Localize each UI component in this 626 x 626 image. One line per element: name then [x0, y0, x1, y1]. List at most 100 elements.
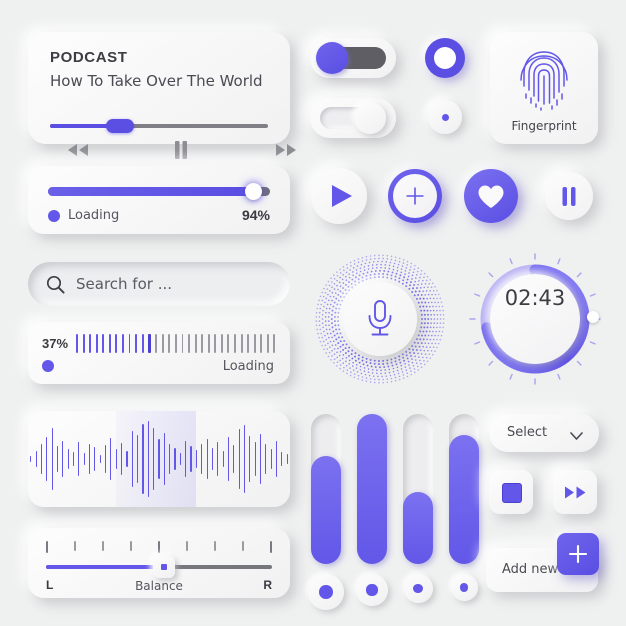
slider-4[interactable]: [449, 414, 479, 564]
balance-slider-card: L Balance R: [28, 528, 290, 598]
waveform-bar: [286, 454, 288, 464]
balance-handle[interactable]: [152, 556, 175, 578]
tick-mark: [148, 333, 151, 353]
fingerprint-label: Fingerprint: [511, 119, 577, 133]
play-icon: [331, 184, 353, 213]
waveform-bar: [51, 428, 53, 490]
slider-1[interactable]: [311, 414, 341, 564]
tick-mark: [266, 333, 269, 353]
slider-3[interactable]: [403, 414, 433, 564]
podcast-progress-track[interactable]: [50, 124, 268, 128]
plus-icon: [405, 186, 425, 211]
tick-mark: [253, 333, 256, 353]
play-button[interactable]: [311, 168, 367, 224]
search-input[interactable]: Search for ...: [28, 262, 290, 306]
tick-mark: [115, 333, 118, 353]
waveform-bar: [275, 441, 278, 477]
slider-fill: [311, 456, 341, 564]
tick-loader-bars[interactable]: [76, 332, 280, 354]
stop-button[interactable]: [489, 470, 533, 514]
pause-button[interactable]: [545, 172, 593, 220]
tick-loader-card: 37% Loading: [28, 322, 290, 384]
waveform-bar: [121, 443, 123, 475]
radio-button-unselected[interactable]: [428, 100, 462, 134]
balance-tick: [46, 541, 48, 553]
slider-indicator-dot[interactable]: [450, 574, 478, 601]
timer-handle[interactable]: [587, 311, 599, 323]
like-button[interactable]: [464, 169, 518, 223]
forward-button[interactable]: [553, 470, 597, 514]
waveform-bar: [169, 444, 171, 474]
select-dropdown[interactable]: Select: [489, 414, 599, 452]
toggle-switch-on[interactable]: [310, 38, 396, 78]
balance-center-label: Balance: [135, 579, 183, 593]
podcast-kicker: PODCAST: [50, 49, 128, 66]
slider-indicator-dot[interactable]: [403, 574, 433, 603]
waveform-bar: [83, 453, 85, 465]
tick-mark: [227, 333, 230, 353]
waveform-bar: [40, 444, 43, 474]
waveform-bars: [28, 411, 290, 507]
add-new-fab[interactable]: [557, 533, 599, 575]
waveform-bar: [88, 444, 91, 474]
add-new-label: Add new: [502, 562, 559, 577]
loading-label: Loading: [68, 208, 120, 223]
balance-tick: [214, 541, 216, 551]
tick-mark: [273, 333, 276, 353]
tick-mark: [128, 333, 131, 353]
slider-fill: [403, 492, 433, 564]
waveform-bar: [265, 444, 267, 474]
waveform-bar: [142, 424, 144, 494]
loading-handle[interactable]: [244, 183, 262, 200]
slider-indicator-dot[interactable]: [308, 574, 344, 610]
waveform-bar: [35, 451, 37, 467]
slider-2[interactable]: [357, 414, 387, 564]
toggle-thumb: [316, 42, 348, 74]
waveform-bar: [99, 455, 101, 463]
waveform-bar: [163, 433, 165, 485]
fast-forward-icon[interactable]: [274, 143, 298, 162]
waveform-card[interactable]: [28, 411, 290, 507]
waveform-bar: [206, 439, 208, 479]
podcast-player-card: PODCAST How To Take Over The World: [28, 32, 296, 159]
waveform-bar: [94, 447, 96, 471]
tick-mark: [247, 333, 250, 353]
slider-indicator-dot[interactable]: [356, 574, 388, 606]
waveform-bar: [46, 437, 48, 481]
podcast-progress-handle[interactable]: [105, 119, 134, 133]
waveform-bar: [222, 451, 224, 467]
balance-right-label: R: [263, 578, 272, 592]
tick-mark: [121, 333, 124, 353]
tick-mark: [188, 333, 191, 353]
rewind-icon[interactable]: [66, 143, 90, 162]
tick-mark: [155, 333, 158, 353]
podcast-title: How To Take Over The World: [50, 72, 263, 90]
pause-icon[interactable]: [174, 141, 188, 164]
loading-track[interactable]: [48, 187, 270, 196]
waveform-bar: [110, 438, 112, 480]
waveform-bar: [233, 445, 235, 473]
microphone-button[interactable]: [313, 252, 447, 386]
add-button[interactable]: [388, 169, 442, 223]
search-icon: [46, 275, 65, 299]
waveform-bar: [30, 456, 32, 462]
fingerprint-icon: [517, 46, 571, 119]
tick-mark: [161, 333, 164, 353]
pause-icon: [562, 187, 576, 211]
toggle-switch-off[interactable]: [310, 98, 396, 138]
tick-mark: [181, 333, 184, 353]
radio-button-selected[interactable]: [425, 38, 465, 78]
waveform-bar: [104, 445, 107, 473]
vertical-slider-group: [305, 414, 480, 610]
tick-mark: [234, 333, 236, 353]
select-label: Select: [507, 425, 548, 440]
timer-display: 02:43: [504, 286, 566, 310]
fingerprint-card[interactable]: Fingerprint: [490, 32, 598, 144]
fast-forward-icon: [564, 486, 587, 504]
balance-tick: [158, 541, 160, 553]
tick-mark: [135, 333, 138, 353]
tick-mark: [82, 333, 85, 353]
timer-widget[interactable]: 02:43: [468, 252, 602, 386]
waveform-bar: [185, 441, 187, 477]
waveform-bar: [249, 436, 251, 482]
